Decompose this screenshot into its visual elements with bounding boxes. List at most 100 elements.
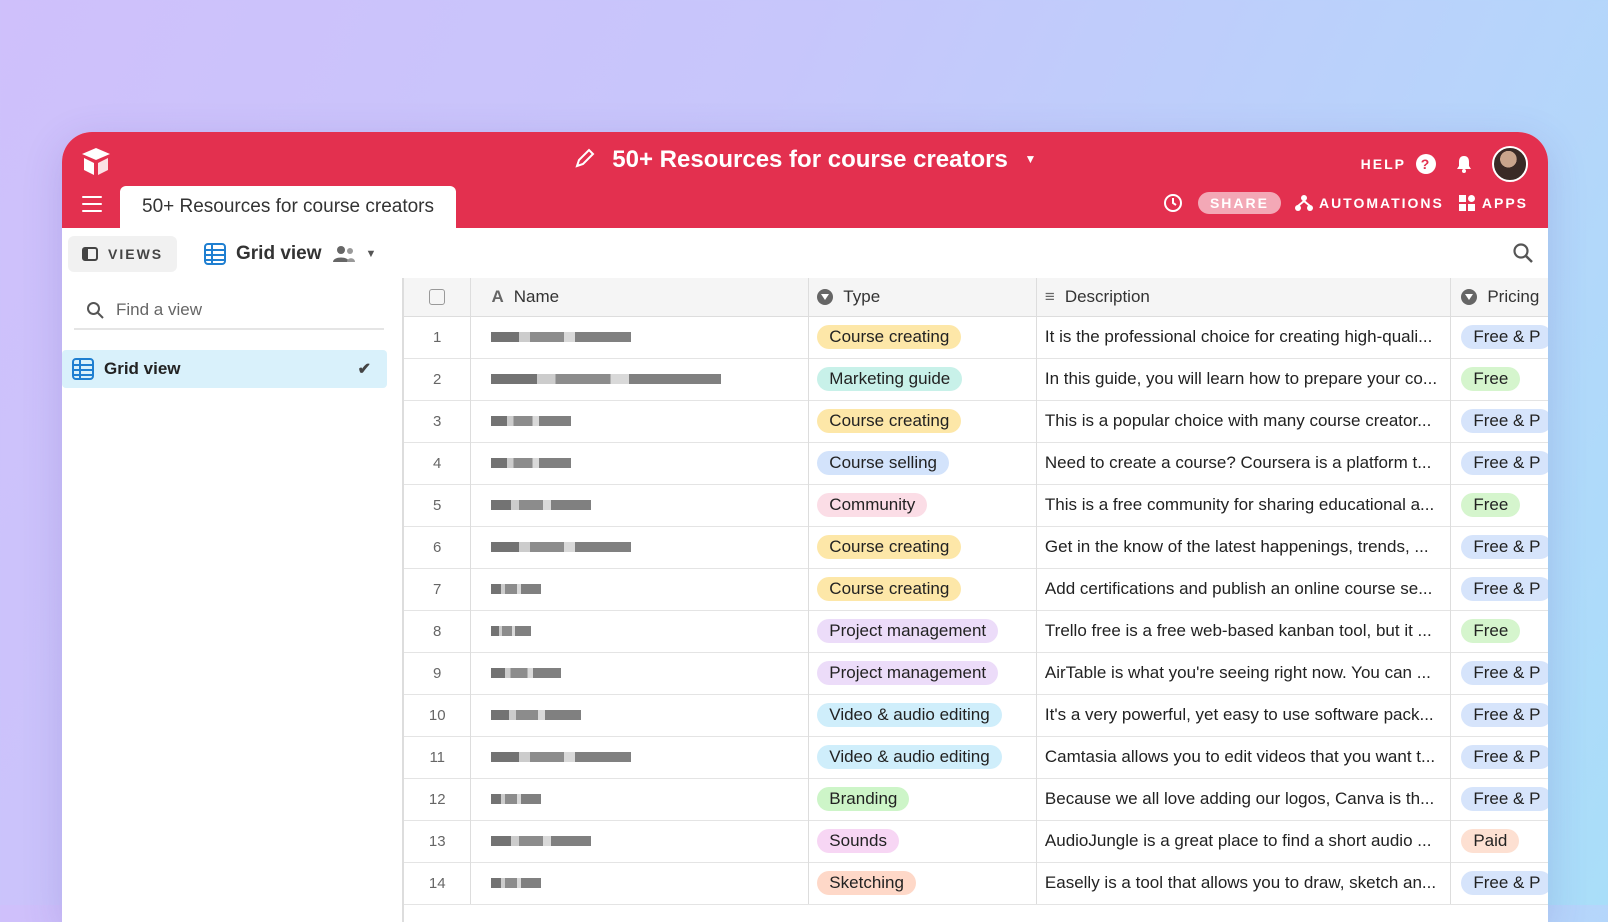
- type-cell[interactable]: Project management: [809, 652, 1037, 694]
- table-row[interactable]: 10 Video & audio editing It's a very power…: [404, 694, 1548, 737]
- column-header-pricing[interactable]: Pricing: [1451, 278, 1548, 316]
- single-select-icon: [817, 289, 834, 305]
- sidebar-item-label: Grid view: [104, 359, 181, 378]
- table-row[interactable]: 7 Course creating Add certifications and p…: [404, 568, 1548, 611]
- share-button[interactable]: SHARE: [1197, 192, 1281, 214]
- table-row[interactable]: 3 Course creating This is a popular choice…: [404, 400, 1548, 443]
- type-cell[interactable]: Sketching: [809, 862, 1037, 904]
- name-cell[interactable]: [471, 484, 810, 526]
- pricing-cell[interactable]: Paid: [1451, 820, 1548, 862]
- description-cell[interactable]: Camtasia allows you to edit videos that …: [1037, 736, 1452, 778]
- current-view-switcher[interactable]: Grid view ▼: [204, 238, 376, 270]
- name-cell[interactable]: [471, 820, 810, 862]
- type-tag: Project management: [817, 619, 999, 643]
- table-row[interactable]: 11 Video & audio editing Camtasia allows y…: [404, 736, 1548, 779]
- base-title[interactable]: 50+ Resources for course creators ▼: [62, 146, 1548, 174]
- name-cell[interactable]: [471, 400, 810, 442]
- views-label: VIEWS: [108, 246, 164, 262]
- pricing-cell[interactable]: Free & P: [1451, 526, 1548, 568]
- type-cell[interactable]: Sounds: [809, 820, 1037, 862]
- description-cell[interactable]: It's a very powerful, yet easy to use so…: [1037, 694, 1452, 736]
- description-cell[interactable]: AudioJungle is a great place to find a s…: [1037, 820, 1452, 862]
- table-row[interactable]: 13 Sounds AudioJungle is a great place to …: [404, 820, 1548, 863]
- description-cell[interactable]: Need to create a course? Coursera is a p…: [1037, 442, 1452, 484]
- name-cell[interactable]: [471, 316, 810, 358]
- type-cell[interactable]: Course creating: [809, 568, 1037, 610]
- description-cell[interactable]: Add certifications and publish an online…: [1037, 568, 1452, 610]
- description-cell[interactable]: This is a free community for sharing edu…: [1037, 484, 1452, 526]
- description-cell[interactable]: This is a popular choice with many cours…: [1037, 400, 1452, 442]
- type-cell[interactable]: Project management: [809, 610, 1037, 652]
- sidebar-item-grid-view[interactable]: Grid view ✔: [62, 350, 387, 388]
- description-cell[interactable]: In this guide, you will learn how to pre…: [1037, 358, 1452, 400]
- user-avatar[interactable]: [1492, 146, 1528, 182]
- type-cell[interactable]: Video & audio editing: [809, 694, 1037, 736]
- name-cell[interactable]: [471, 778, 810, 820]
- column-header-name[interactable]: A Name: [471, 278, 810, 316]
- pricing-cell[interactable]: Free & P: [1451, 862, 1548, 904]
- table-row[interactable]: 12 Branding Because we all love adding our…: [404, 778, 1548, 821]
- column-header-label: Type: [843, 287, 881, 306]
- type-cell[interactable]: Course creating: [809, 526, 1037, 568]
- name-cell[interactable]: [471, 862, 810, 904]
- table-row[interactable]: 2 Marketing guide In this guide, you will …: [404, 358, 1548, 401]
- description-cell[interactable]: AirTable is what you're seeing right now…: [1037, 652, 1452, 694]
- pricing-cell[interactable]: Free: [1451, 484, 1548, 526]
- column-header-type[interactable]: Type: [809, 278, 1037, 316]
- pricing-cell[interactable]: Free: [1451, 610, 1548, 652]
- pricing-cell[interactable]: Free: [1451, 358, 1548, 400]
- chevron-down-icon[interactable]: ▼: [366, 248, 377, 260]
- menu-icon[interactable]: [82, 196, 102, 212]
- views-toggle-button[interactable]: VIEWS: [68, 236, 178, 272]
- bell-icon[interactable]: [1454, 154, 1474, 174]
- type-cell[interactable]: Course selling: [809, 442, 1037, 484]
- history-icon[interactable]: [1162, 192, 1184, 214]
- pricing-cell[interactable]: Free & P: [1451, 400, 1548, 442]
- redacted-name: [491, 752, 632, 762]
- table-row[interactable]: 14 Sketching Easelly is a tool that allows…: [404, 862, 1548, 905]
- type-cell[interactable]: Course creating: [809, 316, 1037, 358]
- name-cell[interactable]: [471, 526, 810, 568]
- type-cell[interactable]: Community: [809, 484, 1037, 526]
- description-cell[interactable]: Because we all love adding our logos, Ca…: [1037, 778, 1452, 820]
- pricing-cell[interactable]: Free & P: [1451, 694, 1548, 736]
- table-row[interactable]: 1 Course creating It is the professional c…: [404, 316, 1548, 359]
- name-cell[interactable]: [471, 568, 810, 610]
- pricing-tag: Free & P: [1461, 451, 1548, 475]
- table-row[interactable]: 8 Project management Trello free is a free…: [404, 610, 1548, 653]
- pricing-cell[interactable]: Free & P: [1451, 568, 1548, 610]
- name-cell[interactable]: [471, 736, 810, 778]
- table-row[interactable]: 6 Course creating Get in the know of the l…: [404, 526, 1548, 569]
- apps-button[interactable]: APPS: [1458, 194, 1528, 212]
- pricing-cell[interactable]: Free & P: [1451, 442, 1548, 484]
- name-cell[interactable]: [471, 610, 810, 652]
- table-row[interactable]: 5 Community This is a free community for s…: [404, 484, 1548, 527]
- search-icon[interactable]: [1512, 242, 1534, 264]
- name-cell[interactable]: [471, 694, 810, 736]
- name-cell[interactable]: [471, 358, 810, 400]
- pricing-cell[interactable]: Free & P: [1451, 316, 1548, 358]
- description-cell[interactable]: Easelly is a tool that allows you to dra…: [1037, 862, 1452, 904]
- name-cell[interactable]: [471, 442, 810, 484]
- pricing-cell[interactable]: Free & P: [1451, 778, 1548, 820]
- table-row[interactable]: 9 Project management AirTable is what you'…: [404, 652, 1548, 695]
- description-cell[interactable]: It is the professional choice for creati…: [1037, 316, 1452, 358]
- name-cell[interactable]: [471, 652, 810, 694]
- automations-button[interactable]: AUTOMATIONS: [1294, 194, 1444, 212]
- find-view-input[interactable]: Find a view: [74, 292, 384, 330]
- column-header-description[interactable]: ≡ Description: [1037, 278, 1452, 316]
- pricing-cell[interactable]: Free & P: [1451, 736, 1548, 778]
- select-all-cell: [404, 278, 472, 316]
- pricing-cell[interactable]: Free & P: [1451, 652, 1548, 694]
- type-cell[interactable]: Video & audio editing: [809, 736, 1037, 778]
- type-cell[interactable]: Branding: [809, 778, 1037, 820]
- table-row[interactable]: 4 Course selling Need to create a course? …: [404, 442, 1548, 485]
- table-tab[interactable]: 50+ Resources for course creators: [120, 186, 456, 228]
- select-all-checkbox[interactable]: [429, 289, 446, 305]
- type-cell[interactable]: Marketing guide: [809, 358, 1037, 400]
- description-cell[interactable]: Trello free is a free web-based kanban t…: [1037, 610, 1452, 652]
- description-cell[interactable]: Get in the know of the latest happenings…: [1037, 526, 1452, 568]
- type-cell[interactable]: Course creating: [809, 400, 1037, 442]
- chevron-down-icon[interactable]: ▼: [1024, 152, 1036, 166]
- help-button[interactable]: HELP ?: [1361, 154, 1436, 174]
